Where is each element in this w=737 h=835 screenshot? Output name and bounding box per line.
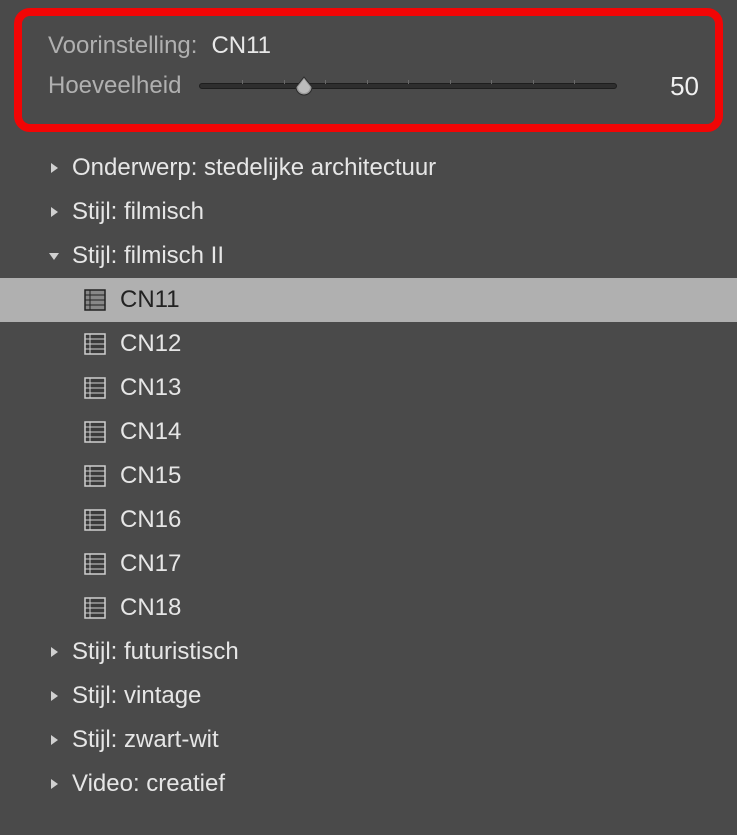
preset-item-label: CN15 xyxy=(120,462,181,490)
preset-icon xyxy=(84,421,106,443)
preset-item-label: CN11 xyxy=(120,286,180,314)
chevron-right-icon[interactable] xyxy=(44,158,64,178)
tree-group[interactable]: Stijl: zwart-wit xyxy=(0,718,737,762)
preset-icon xyxy=(84,465,106,487)
preset-value[interactable]: CN11 xyxy=(211,32,271,60)
chevron-right-icon[interactable] xyxy=(44,642,64,662)
preset-icon xyxy=(84,333,106,355)
chevron-right-icon[interactable] xyxy=(44,774,64,794)
chevron-down-icon[interactable] xyxy=(44,246,64,266)
chevron-right-icon[interactable] xyxy=(44,686,64,706)
amount-value[interactable]: 50 xyxy=(643,71,699,102)
preset-item-label: CN14 xyxy=(120,418,181,446)
preset-item[interactable]: CN17 xyxy=(0,542,737,586)
preset-amount-header: Voorinstelling: CN11 Hoeveelheid xyxy=(14,8,723,132)
preset-item[interactable]: CN15 xyxy=(0,454,737,498)
preset-label: Voorinstelling: xyxy=(48,32,197,60)
preset-icon xyxy=(84,553,106,575)
preset-item[interactable]: CN18 xyxy=(0,586,737,630)
preset-icon xyxy=(84,377,106,399)
preset-item[interactable]: CN13 xyxy=(0,366,737,410)
preset-item[interactable]: CN11 xyxy=(0,278,737,322)
amount-label: Hoeveelheid xyxy=(48,72,181,100)
preset-icon xyxy=(84,289,106,311)
preset-item-label: CN18 xyxy=(120,594,181,622)
preset-icon xyxy=(84,509,106,531)
slider-track[interactable] xyxy=(199,83,617,89)
preset-item[interactable]: CN12 xyxy=(0,322,737,366)
tree-group[interactable]: Stijl: vintage xyxy=(0,674,737,718)
tree-group-label: Stijl: vintage xyxy=(72,682,201,710)
tree-group-label: Stijl: filmisch II xyxy=(72,242,224,270)
amount-row: Hoeveelheid xyxy=(48,66,699,106)
chevron-right-icon[interactable] xyxy=(44,730,64,750)
presets-tree: Onderwerp: stedelijke architectuur Stijl:… xyxy=(0,144,737,806)
presets-panel: Voorinstelling: CN11 Hoeveelheid xyxy=(0,8,737,835)
slider-thumb[interactable] xyxy=(294,75,314,97)
amount-slider[interactable] xyxy=(193,83,623,89)
tree-group[interactable]: Video: creatief xyxy=(0,762,737,806)
tree-group-label: Stijl: filmisch xyxy=(72,198,204,226)
preset-item-label: CN12 xyxy=(120,330,181,358)
preset-item-label: CN17 xyxy=(120,550,181,578)
tree-group[interactable]: Stijl: filmisch II xyxy=(0,234,737,278)
tree-group[interactable]: Stijl: filmisch xyxy=(0,190,737,234)
chevron-right-icon[interactable] xyxy=(44,202,64,222)
tree-group-label: Stijl: zwart-wit xyxy=(72,726,219,754)
tree-group[interactable]: Onderwerp: stedelijke architectuur xyxy=(0,146,737,190)
preset-item-label: CN13 xyxy=(120,374,181,402)
preset-row: Voorinstelling: CN11 xyxy=(48,26,699,66)
tree-group-label: Stijl: futuristisch xyxy=(72,638,239,666)
tree-group-label: Onderwerp: stedelijke architectuur xyxy=(72,154,436,182)
preset-item[interactable]: CN14 xyxy=(0,410,737,454)
preset-item[interactable]: CN16 xyxy=(0,498,737,542)
tree-group-label: Video: creatief xyxy=(72,770,225,798)
preset-icon xyxy=(84,597,106,619)
preset-item-label: CN16 xyxy=(120,506,181,534)
tree-group[interactable]: Stijl: futuristisch xyxy=(0,630,737,674)
